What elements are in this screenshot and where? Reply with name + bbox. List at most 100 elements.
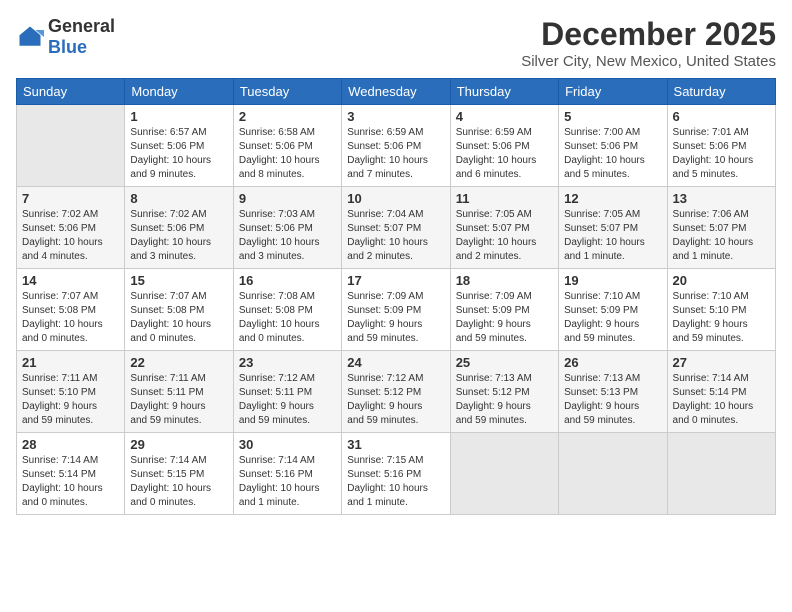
calendar-cell: 29 Sunrise: 7:14 AMSunset: 5:15 PMDayligh… — [125, 433, 233, 515]
day-of-week-header: Wednesday — [342, 79, 450, 105]
calendar-cell — [667, 433, 775, 515]
day-info: Sunrise: 7:11 AMSunset: 5:11 PMDaylight:… — [130, 372, 227, 428]
day-info: Sunrise: 7:13 AMSunset: 5:12 PMDaylight:… — [456, 372, 553, 428]
calendar-cell: 2 Sunrise: 6:58 AMSunset: 5:06 PMDaylight… — [233, 105, 341, 187]
calendar-week-row: 21 Sunrise: 7:11 AMSunset: 5:10 PMDayligh… — [17, 351, 776, 433]
day-number: 17 — [347, 273, 444, 288]
logo-text-general: General — [48, 16, 115, 36]
day-number: 26 — [564, 355, 661, 370]
calendar-cell: 17 Sunrise: 7:09 AMSunset: 5:09 PMDayligh… — [342, 269, 450, 351]
day-info: Sunrise: 7:02 AMSunset: 5:06 PMDaylight:… — [22, 208, 119, 264]
day-info: Sunrise: 7:12 AMSunset: 5:12 PMDaylight:… — [347, 372, 444, 428]
day-info: Sunrise: 7:09 AMSunset: 5:09 PMDaylight:… — [456, 290, 553, 346]
day-of-week-header: Sunday — [17, 79, 125, 105]
day-number: 6 — [673, 109, 770, 124]
calendar-cell: 9Sunrise: 7:03 AMSunset: 5:06 PMDaylight… — [233, 187, 341, 269]
day-number: 24 — [347, 355, 444, 370]
day-info: Sunrise: 7:14 AMSunset: 5:14 PMDaylight:… — [673, 372, 770, 428]
day-info: Sunrise: 7:06 AMSunset: 5:07 PMDaylight:… — [673, 208, 770, 264]
calendar-cell — [559, 433, 667, 515]
page-title: December 2025 — [521, 16, 776, 53]
calendar-cell: 21 Sunrise: 7:11 AMSunset: 5:10 PMDayligh… — [17, 351, 125, 433]
page-subtitle: Silver City, New Mexico, United States — [521, 53, 776, 70]
calendar-cell: 30Sunrise: 7:14 AMSunset: 5:16 PMDayligh… — [233, 433, 341, 515]
calendar-cell: 18 Sunrise: 7:09 AMSunset: 5:09 PMDayligh… — [450, 269, 558, 351]
page-header: General Blue December 2025 Silver City, … — [16, 16, 776, 70]
calendar-cell: 25 Sunrise: 7:13 AMSunset: 5:12 PMDayligh… — [450, 351, 558, 433]
day-number: 27 — [673, 355, 770, 370]
day-number: 25 — [456, 355, 553, 370]
day-info: Sunrise: 7:10 AMSunset: 5:10 PMDaylight:… — [673, 290, 770, 346]
calendar-body: 1 Sunrise: 6:57 AMSunset: 5:06 PMDaylight… — [17, 105, 776, 515]
calendar-cell: 8 Sunrise: 7:02 AMSunset: 5:06 PMDaylight… — [125, 187, 233, 269]
calendar-cell: 31 Sunrise: 7:15 AMSunset: 5:16 PMDayligh… — [342, 433, 450, 515]
calendar-week-row: 7Sunrise: 7:02 AMSunset: 5:06 PMDaylight… — [17, 187, 776, 269]
day-info: Sunrise: 6:57 AMSunset: 5:06 PMDaylight:… — [130, 126, 227, 182]
calendar-cell: 27 Sunrise: 7:14 AMSunset: 5:14 PMDayligh… — [667, 351, 775, 433]
day-info: Sunrise: 7:14 AMSunset: 5:16 PMDaylight:… — [239, 454, 336, 510]
day-info: Sunrise: 7:09 AMSunset: 5:09 PMDaylight:… — [347, 290, 444, 346]
day-number: 8 — [130, 191, 227, 206]
day-of-week-header: Tuesday — [233, 79, 341, 105]
day-number: 13 — [673, 191, 770, 206]
day-number: 14 — [22, 273, 119, 288]
day-number: 9 — [239, 191, 336, 206]
day-number: 12 — [564, 191, 661, 206]
title-block: December 2025 Silver City, New Mexico, U… — [521, 16, 776, 70]
day-info: Sunrise: 7:02 AMSunset: 5:06 PMDaylight:… — [130, 208, 227, 264]
calendar-cell: 28 Sunrise: 7:14 AMSunset: 5:14 PMDayligh… — [17, 433, 125, 515]
calendar-cell: 3Sunrise: 6:59 AMSunset: 5:06 PMDaylight… — [342, 105, 450, 187]
calendar-cell — [450, 433, 558, 515]
day-number: 18 — [456, 273, 553, 288]
day-number: 11 — [456, 191, 553, 206]
calendar-cell: 23 Sunrise: 7:12 AMSunset: 5:11 PMDayligh… — [233, 351, 341, 433]
calendar-cell: 5 Sunrise: 7:00 AMSunset: 5:06 PMDaylight… — [559, 105, 667, 187]
day-of-week-header: Saturday — [667, 79, 775, 105]
day-of-week-header: Friday — [559, 79, 667, 105]
day-number: 5 — [564, 109, 661, 124]
logo-text-blue: Blue — [48, 37, 87, 57]
day-number: 31 — [347, 437, 444, 452]
calendar-cell: 14Sunrise: 7:07 AMSunset: 5:08 PMDayligh… — [17, 269, 125, 351]
calendar-table: SundayMondayTuesdayWednesdayThursdayFrid… — [16, 78, 776, 515]
day-number: 28 — [22, 437, 119, 452]
calendar-cell: 1 Sunrise: 6:57 AMSunset: 5:06 PMDaylight… — [125, 105, 233, 187]
day-info: Sunrise: 7:14 AMSunset: 5:14 PMDaylight:… — [22, 454, 119, 510]
logo-icon — [16, 23, 44, 51]
day-number: 29 — [130, 437, 227, 452]
day-of-week-header: Monday — [125, 79, 233, 105]
calendar-cell: 7Sunrise: 7:02 AMSunset: 5:06 PMDaylight… — [17, 187, 125, 269]
day-info: Sunrise: 7:05 AMSunset: 5:07 PMDaylight:… — [564, 208, 661, 264]
calendar-cell: 26 Sunrise: 7:13 AMSunset: 5:13 PMDayligh… — [559, 351, 667, 433]
day-number: 16 — [239, 273, 336, 288]
calendar-cell: 20 Sunrise: 7:10 AMSunset: 5:10 PMDayligh… — [667, 269, 775, 351]
day-info: Sunrise: 7:14 AMSunset: 5:15 PMDaylight:… — [130, 454, 227, 510]
day-info: Sunrise: 7:04 AMSunset: 5:07 PMDaylight:… — [347, 208, 444, 264]
day-info: Sunrise: 7:12 AMSunset: 5:11 PMDaylight:… — [239, 372, 336, 428]
day-info: Sunrise: 6:58 AMSunset: 5:06 PMDaylight:… — [239, 126, 336, 182]
calendar-week-row: 1 Sunrise: 6:57 AMSunset: 5:06 PMDaylight… — [17, 105, 776, 187]
day-of-week-header: Thursday — [450, 79, 558, 105]
day-number: 1 — [130, 109, 227, 124]
day-info: Sunrise: 7:13 AMSunset: 5:13 PMDaylight:… — [564, 372, 661, 428]
day-number: 22 — [130, 355, 227, 370]
calendar-cell: 16Sunrise: 7:08 AMSunset: 5:08 PMDayligh… — [233, 269, 341, 351]
day-info: Sunrise: 6:59 AMSunset: 5:06 PMDaylight:… — [456, 126, 553, 182]
day-info: Sunrise: 7:00 AMSunset: 5:06 PMDaylight:… — [564, 126, 661, 182]
day-info: Sunrise: 7:11 AMSunset: 5:10 PMDaylight:… — [22, 372, 119, 428]
calendar-week-row: 14Sunrise: 7:07 AMSunset: 5:08 PMDayligh… — [17, 269, 776, 351]
day-info: Sunrise: 7:05 AMSunset: 5:07 PMDaylight:… — [456, 208, 553, 264]
day-number: 2 — [239, 109, 336, 124]
day-number: 21 — [22, 355, 119, 370]
calendar-cell: 4Sunrise: 6:59 AMSunset: 5:06 PMDaylight… — [450, 105, 558, 187]
day-number: 23 — [239, 355, 336, 370]
day-number: 20 — [673, 273, 770, 288]
day-info: Sunrise: 7:10 AMSunset: 5:09 PMDaylight:… — [564, 290, 661, 346]
day-number: 19 — [564, 273, 661, 288]
calendar-week-row: 28 Sunrise: 7:14 AMSunset: 5:14 PMDayligh… — [17, 433, 776, 515]
day-info: Sunrise: 7:15 AMSunset: 5:16 PMDaylight:… — [347, 454, 444, 510]
calendar-cell: 24 Sunrise: 7:12 AMSunset: 5:12 PMDayligh… — [342, 351, 450, 433]
day-number: 3 — [347, 109, 444, 124]
calendar-cell: 19 Sunrise: 7:10 AMSunset: 5:09 PMDayligh… — [559, 269, 667, 351]
calendar-header: SundayMondayTuesdayWednesdayThursdayFrid… — [17, 79, 776, 105]
